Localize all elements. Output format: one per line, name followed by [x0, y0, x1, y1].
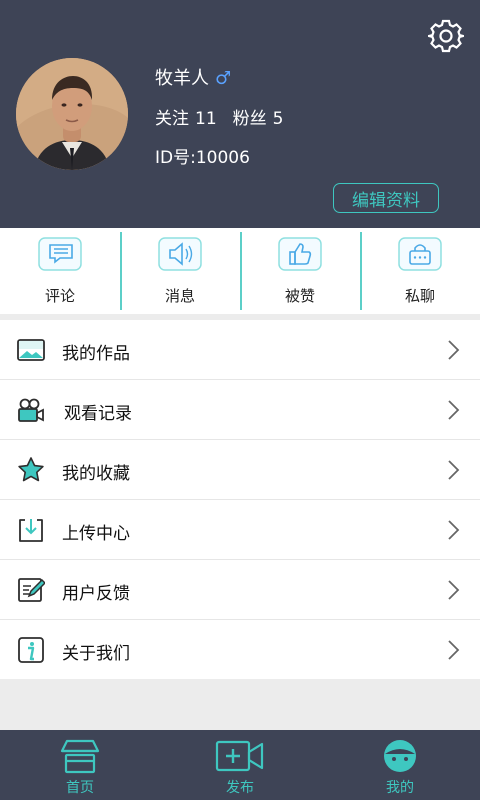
settings-menu: 我的作品 观看记录 我的收藏 上传中心 用户反馈 关于我们 — [0, 320, 480, 679]
chevron-right-icon — [448, 460, 460, 480]
bottom-tab-bar: 首页 发布 我的 — [0, 730, 480, 800]
menu-item-watch-history[interactable]: 观看记录 — [0, 380, 480, 440]
profile-header: 牧羊人 ♂ 关注 11 粉丝 5 ID号:10006 编辑资料 — [0, 0, 480, 228]
menu-item-label: 用户反馈 — [62, 584, 130, 604]
tab-label: 首页 — [66, 780, 94, 796]
menu-item-label: 上传中心 — [62, 524, 130, 544]
image-icon — [17, 339, 45, 361]
fans-label: 粉丝 — [232, 109, 267, 129]
follow-label: 关注 — [155, 109, 189, 129]
settings-gear-icon[interactable] — [428, 18, 464, 54]
id-label: ID号: — [155, 148, 196, 168]
tab-home[interactable]: 首页 — [0, 730, 160, 800]
menu-item-label: 我的作品 — [62, 344, 130, 364]
edit-profile-button[interactable]: 编辑资料 — [333, 183, 439, 213]
video-camera-icon — [18, 398, 44, 422]
menu-item-feedback[interactable]: 用户反馈 — [0, 560, 480, 620]
menu-item-upload-center[interactable]: 上传中心 — [0, 500, 480, 560]
star-icon — [18, 457, 44, 482]
menu-item-about-us[interactable]: 关于我们 — [0, 620, 480, 679]
id-value: 10006 — [195, 148, 250, 168]
quick-action-label: 消息 — [164, 287, 195, 305]
speaker-icon — [158, 237, 202, 271]
male-gender-icon: ♂ — [215, 68, 232, 89]
username: 牧羊人 ♂ — [155, 64, 231, 90]
comment-icon — [38, 237, 82, 271]
tab-label: 我的 — [386, 780, 414, 796]
menu-item-label: 观看记录 — [64, 404, 132, 424]
menu-item-label: 关于我们 — [62, 644, 130, 664]
avatar[interactable] — [16, 58, 128, 170]
quick-action-label: 私聊 — [404, 287, 435, 305]
username-text: 牧羊人 — [155, 68, 209, 89]
quick-actions-bar: 评论 消息 被赞 私聊 — [0, 228, 480, 314]
tab-mine[interactable]: 我的 — [320, 730, 480, 800]
quick-action-label: 评论 — [44, 287, 75, 305]
quick-action-private-chat[interactable]: 私聊 — [360, 228, 480, 314]
add-video-icon — [215, 740, 264, 772]
tab-label: 发布 — [226, 780, 254, 796]
menu-item-favorites[interactable]: 我的收藏 — [0, 440, 480, 500]
chevron-right-icon — [448, 520, 460, 540]
quick-action-comments[interactable]: 评论 — [0, 228, 120, 314]
quick-action-label: 被赞 — [284, 287, 315, 305]
user-id: ID号:10006 — [155, 143, 250, 168]
fans-count[interactable]: 5 — [273, 109, 284, 129]
follow-count[interactable]: 11 — [195, 109, 217, 129]
home-shop-icon — [60, 739, 100, 774]
info-icon — [18, 637, 44, 663]
face-icon — [384, 740, 416, 772]
menu-item-label: 我的收藏 — [62, 464, 130, 484]
thumbs-up-icon — [278, 237, 322, 271]
lock-chat-icon — [398, 237, 442, 271]
quick-action-likes[interactable]: 被赞 — [240, 228, 360, 314]
edit-note-icon — [18, 578, 45, 602]
menu-item-my-works[interactable]: 我的作品 — [0, 320, 480, 380]
chevron-right-icon — [448, 580, 460, 600]
follow-stats: 关注 11 粉丝 5 — [155, 104, 289, 129]
chevron-right-icon — [448, 400, 460, 420]
chevron-right-icon — [448, 340, 460, 360]
tab-publish[interactable]: 发布 — [160, 730, 320, 800]
quick-action-messages[interactable]: 消息 — [120, 228, 240, 314]
chevron-right-icon — [448, 640, 460, 660]
download-tray-icon — [19, 519, 43, 542]
